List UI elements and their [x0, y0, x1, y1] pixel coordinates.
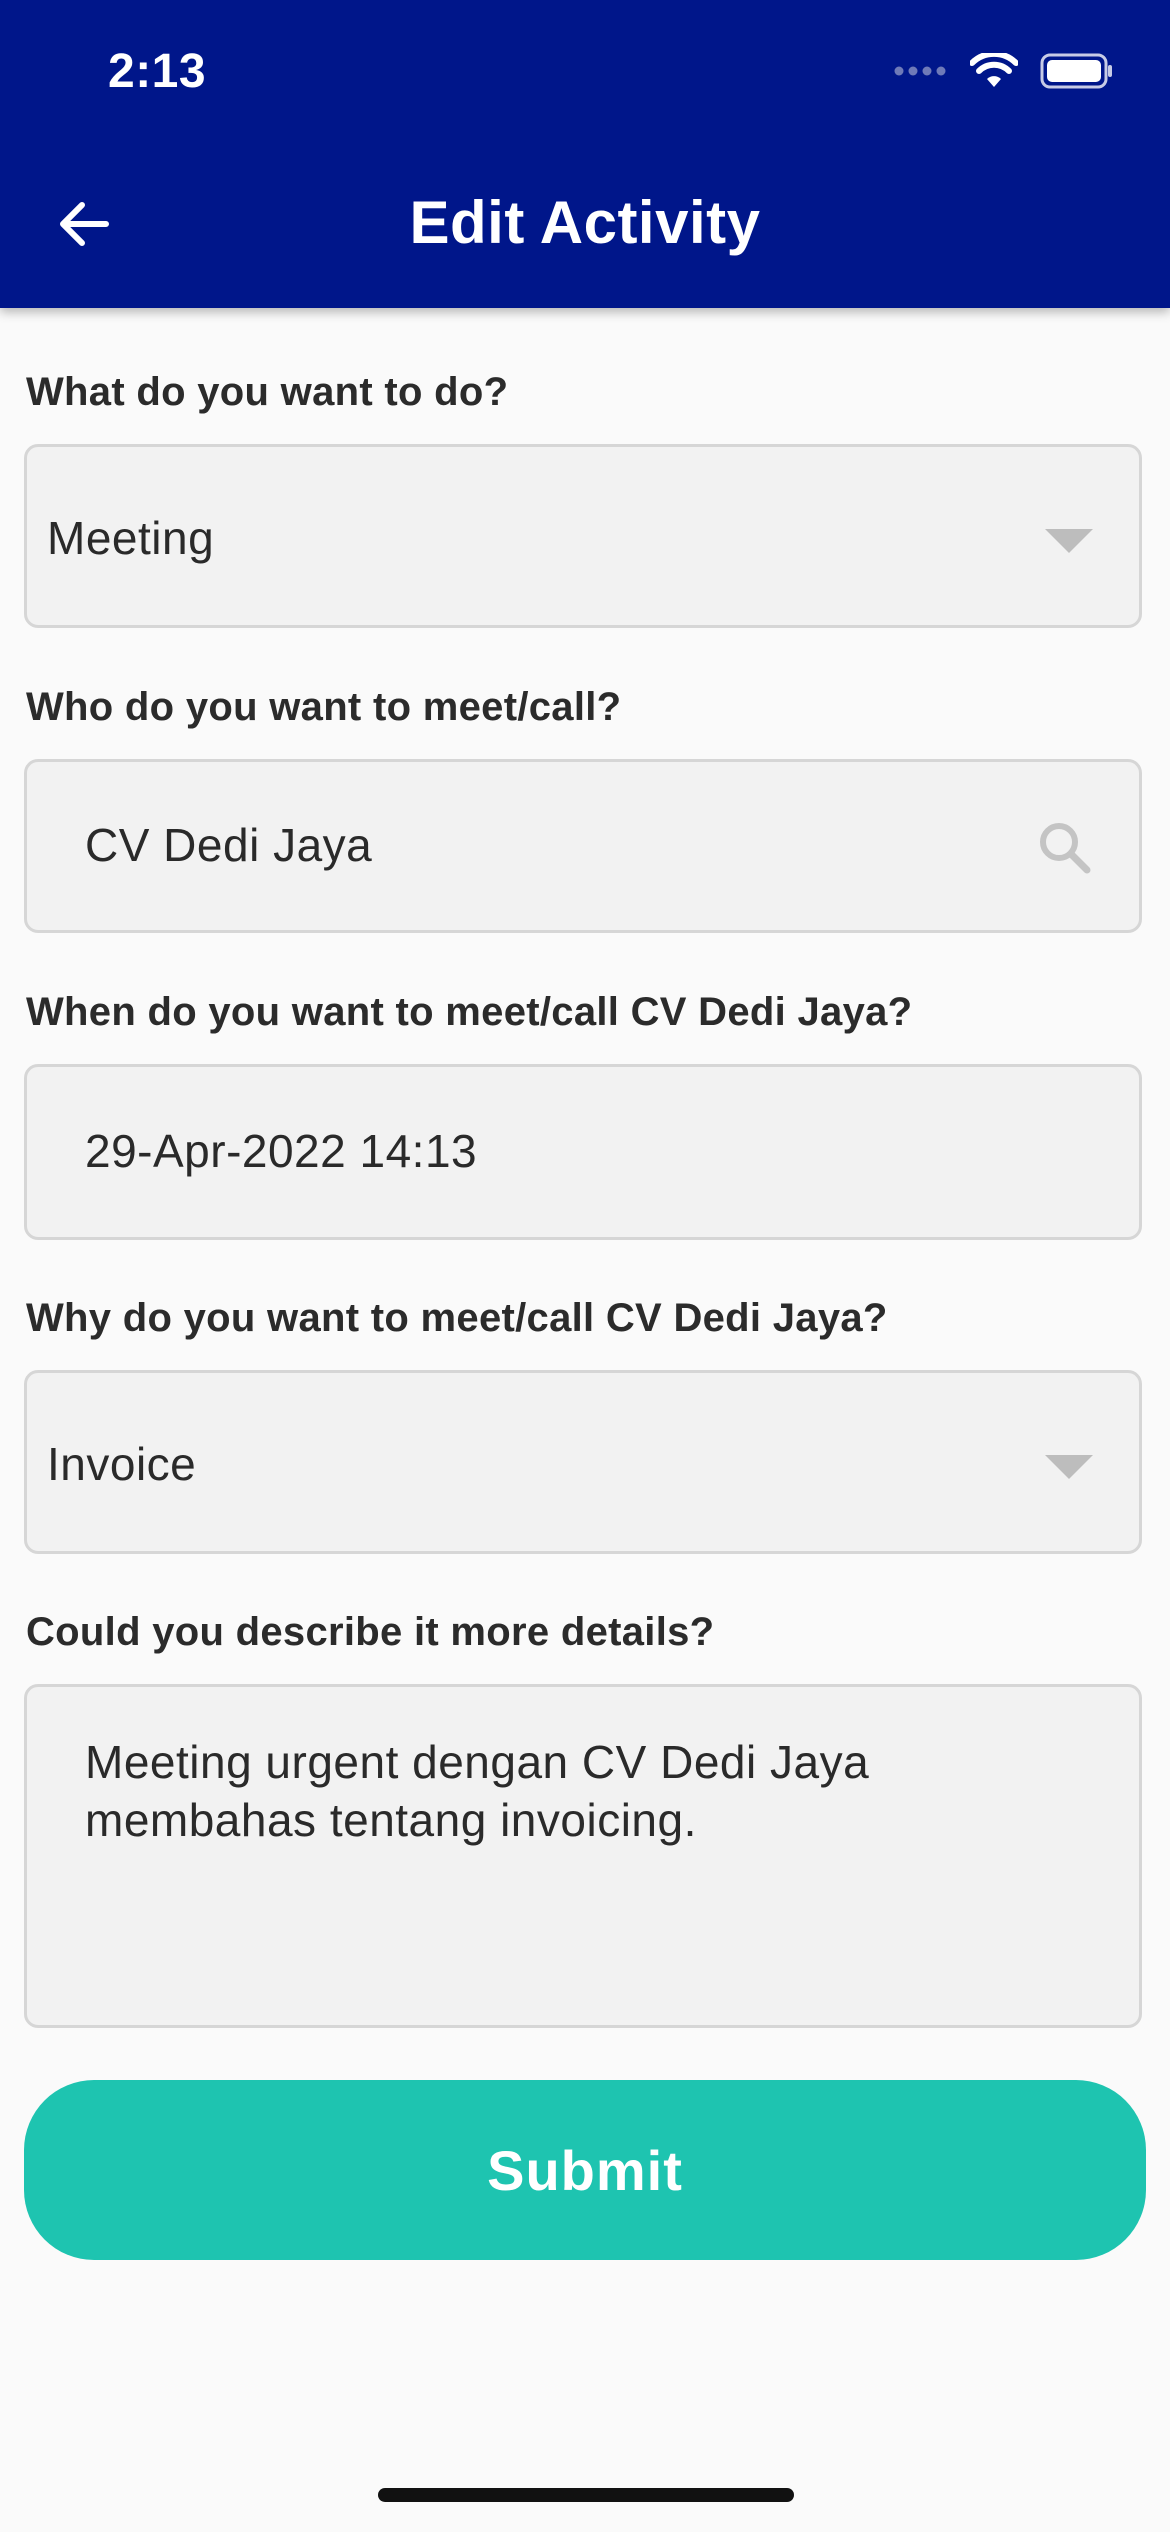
contact-search-field[interactable]: CV Dedi Jaya	[24, 759, 1142, 933]
contact-label: Who do you want to meet/call?	[26, 685, 622, 729]
battery-icon	[1040, 53, 1112, 89]
chevron-down-icon	[1045, 529, 1093, 553]
details-value: Meeting urgent dengan CV Dedi Jaya memba…	[85, 1736, 870, 1846]
details-label: Could you describe it more details?	[26, 1610, 715, 1654]
datetime-label: When do you want to meet/call CV Dedi Ja…	[26, 990, 913, 1034]
reason-label: Why do you want to meet/call CV Dedi Jay…	[26, 1296, 888, 1340]
chevron-down-icon	[1045, 1455, 1093, 1479]
page-title: Edit Activity	[409, 189, 761, 256]
reason-dropdown[interactable]: Invoice	[24, 1370, 1142, 1554]
activity-type-dropdown[interactable]: Meeting	[24, 444, 1142, 628]
activity-type-value: Meeting	[47, 512, 215, 564]
contact-value: CV Dedi Jaya	[85, 819, 373, 871]
home-indicator	[378, 2488, 794, 2502]
search-icon[interactable]	[1035, 818, 1095, 878]
activity-type-label: What do you want to do?	[26, 370, 509, 414]
datetime-field[interactable]: 29-Apr-2022 14:13	[24, 1064, 1142, 1240]
submit-button[interactable]: Submit	[24, 2080, 1146, 2260]
status-time: 2:13	[108, 45, 207, 98]
status-icons	[894, 52, 1114, 90]
wifi-icon	[970, 53, 1018, 87]
signal-dots-icon	[894, 66, 946, 76]
datetime-value: 29-Apr-2022 14:13	[85, 1125, 478, 1177]
details-textarea[interactable]: Meeting urgent dengan CV Dedi Jaya memba…	[24, 1684, 1142, 2028]
reason-value: Invoice	[47, 1438, 197, 1490]
app-bar: 2:13 Edit Activity	[0, 0, 1170, 308]
